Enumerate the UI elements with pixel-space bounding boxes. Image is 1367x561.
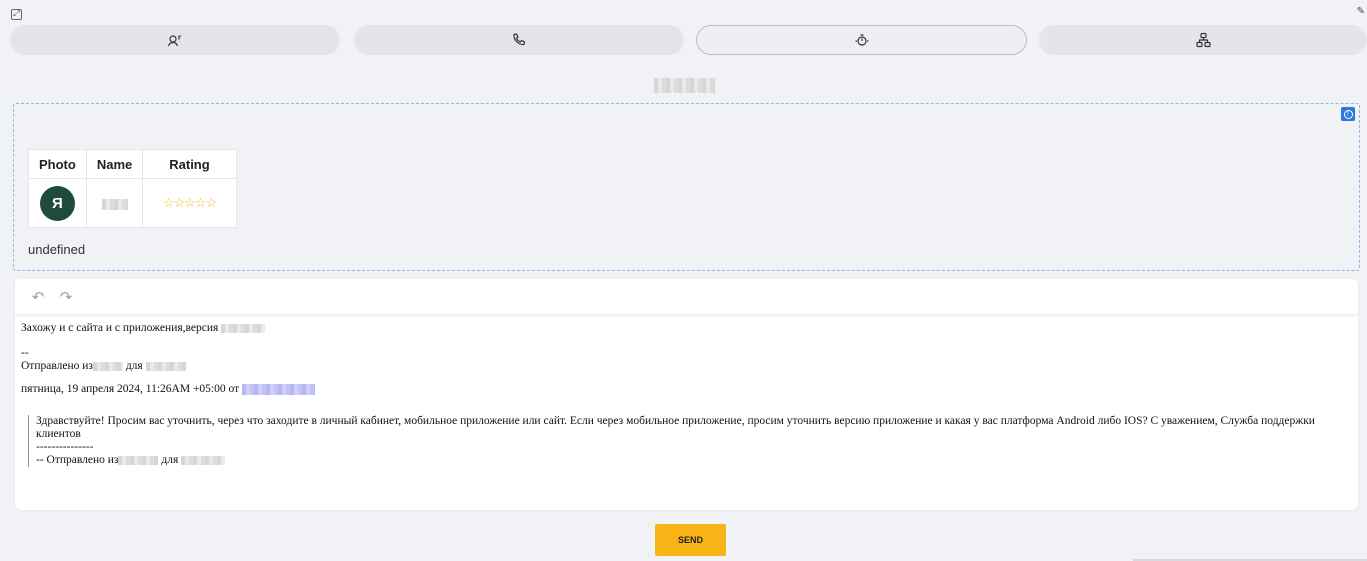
table-row: Я ☆☆☆☆☆ bbox=[28, 178, 237, 228]
pin-icon[interactable]: ✎ bbox=[1357, 6, 1365, 17]
agent-icon bbox=[167, 35, 182, 47]
info-button[interactable]: ! bbox=[1341, 107, 1355, 121]
tab-flow[interactable] bbox=[1039, 25, 1367, 55]
rating-cell: ☆☆☆☆☆ bbox=[142, 178, 237, 228]
quote-platform-redacted bbox=[181, 455, 226, 465]
info-icon: ! bbox=[1343, 109, 1353, 119]
message-editor[interactable]: ↶ ↷ Захожу и с сайта и с приложения,верс… bbox=[15, 279, 1358, 510]
quote-app-redacted bbox=[118, 455, 159, 465]
name-cell bbox=[85, 178, 144, 228]
expand-icon[interactable]: ⤢ bbox=[11, 9, 22, 20]
timer-icon bbox=[855, 34, 868, 46]
signature-separator: -- bbox=[21, 347, 29, 359]
column-header-name: Name bbox=[85, 149, 144, 179]
editor-toolbar: ↶ ↷ bbox=[15, 279, 1358, 315]
phone-icon bbox=[513, 33, 526, 46]
contact-name-redacted bbox=[654, 78, 715, 93]
avatar: Я bbox=[39, 185, 75, 221]
sent-from-prefix: Отправлено из bbox=[21, 360, 93, 372]
column-header-rating: Rating bbox=[142, 149, 237, 179]
platform-redacted bbox=[145, 361, 186, 371]
quote-sent-for: для bbox=[161, 454, 179, 466]
app-name-redacted bbox=[92, 361, 123, 371]
undo-icon[interactable]: ↶ bbox=[29, 288, 47, 306]
flow-icon bbox=[1196, 32, 1211, 48]
tab-timer[interactable] bbox=[696, 25, 1027, 55]
quote-sent-prefix: -- Отправлено из bbox=[36, 454, 119, 466]
quote-text: Здравствуйте! Просим вас уточнить, через… bbox=[36, 415, 1315, 440]
tab-agent[interactable] bbox=[10, 25, 340, 55]
tab-phone[interactable] bbox=[354, 25, 684, 55]
sent-from-for: для bbox=[125, 360, 143, 372]
panel-footer-text: undefined bbox=[28, 242, 86, 257]
column-header-photo: Photo bbox=[28, 149, 87, 179]
version-redacted bbox=[221, 323, 266, 333]
agent-name-redacted bbox=[101, 198, 128, 210]
photo-cell: Я bbox=[28, 178, 87, 228]
quoted-message: Здравствуйте! Просим вас уточнить, через… bbox=[28, 415, 1351, 467]
redo-icon[interactable]: ↷ bbox=[57, 288, 75, 306]
rating-stars: ☆☆☆☆☆ bbox=[162, 195, 217, 210]
quote-dashes: --------------- bbox=[36, 441, 94, 453]
date-line: пятница, 19 апреля 2024, 11:26AM +05:00 … bbox=[21, 383, 240, 395]
editor-content[interactable]: Захожу и с сайта и с приложения,версия -… bbox=[21, 322, 1351, 467]
sender-email-redacted[interactable] bbox=[242, 383, 316, 395]
tab-bar bbox=[10, 25, 1367, 55]
message-line-1: Захожу и с сайта и с приложения,версия bbox=[21, 322, 219, 334]
send-button[interactable]: SEND bbox=[655, 524, 726, 556]
agent-panel: ! Photo Name Rating Я ☆☆☆☆☆ undefined bbox=[13, 103, 1360, 271]
agent-table: Photo Name Rating Я ☆☆☆☆☆ bbox=[28, 149, 237, 228]
